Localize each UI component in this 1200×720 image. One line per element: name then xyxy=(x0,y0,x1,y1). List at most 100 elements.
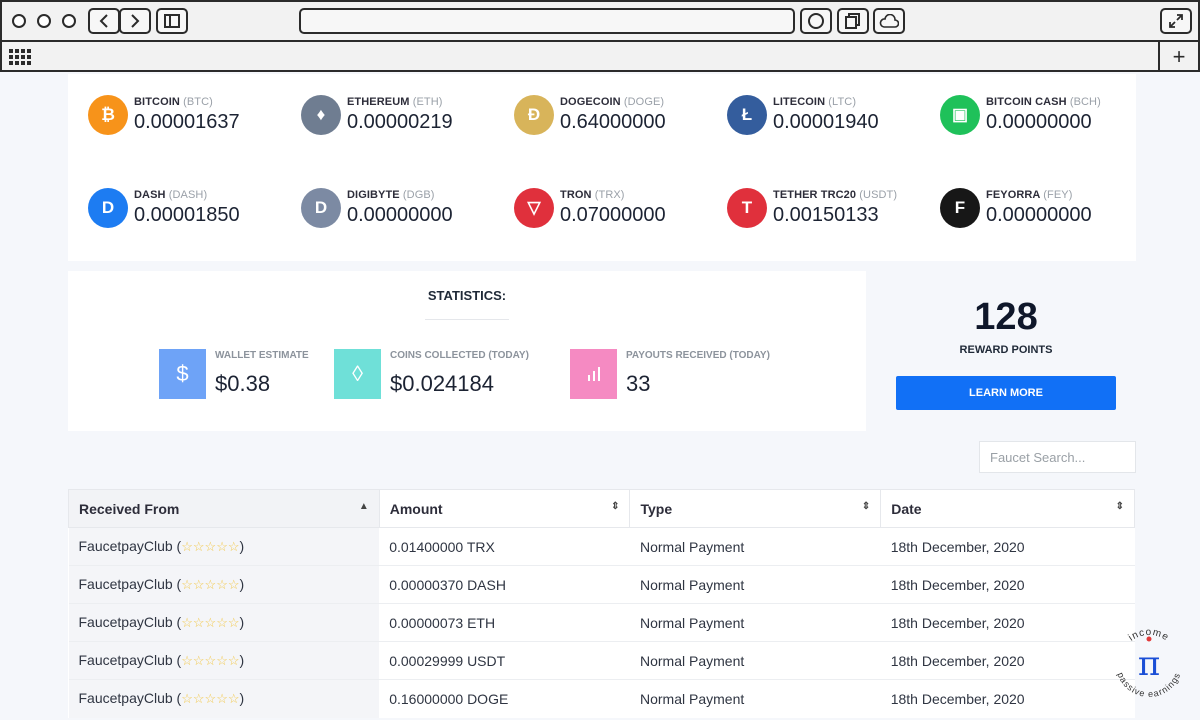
coin-name: LITECOIN xyxy=(773,96,826,108)
cloud-icon xyxy=(879,14,899,28)
tether-icon: T xyxy=(727,188,767,228)
rating-stars-icon: ☆☆☆☆☆ xyxy=(181,577,240,592)
sidebar-toggle-button[interactable] xyxy=(156,8,188,34)
sort-icon: ⇕ xyxy=(1115,501,1124,512)
cloud-button[interactable] xyxy=(873,8,905,34)
forward-button[interactable] xyxy=(119,8,151,34)
coin-symbol: (DGB) xyxy=(402,189,435,201)
coin-item[interactable]: F FEYORRA (FEY) 0.00000000 xyxy=(940,188,1150,232)
amount-cell: 0.01400000 TRX xyxy=(379,527,630,566)
window-maximize-button[interactable] xyxy=(62,14,76,28)
divider xyxy=(425,319,509,320)
coin-symbol: (DOGE) xyxy=(623,96,665,108)
type-cell: Normal Payment xyxy=(629,641,881,680)
stat-label: WALLET ESTIMATE xyxy=(215,350,309,361)
coin-balance: 0.00000000 xyxy=(347,204,453,226)
coin-balance: 0.00001850 xyxy=(134,204,240,226)
type-cell: Normal Payment xyxy=(629,679,881,718)
new-tab-button[interactable]: + xyxy=(1158,42,1198,72)
coin-balance: 0.00000219 xyxy=(347,111,453,133)
coin-balance: 0.00001940 xyxy=(773,111,879,133)
reward-points-label: REWARD POINTS xyxy=(959,344,1053,356)
coin-name: DASH xyxy=(134,189,166,201)
learn-more-button[interactable]: LEARN MORE xyxy=(896,376,1116,410)
date-cell: 18th December, 2020 xyxy=(880,641,1135,680)
tab-bar: + xyxy=(2,42,1198,72)
table-row: FaucetpayClub (☆☆☆☆☆) 0.01400000 TRX Nor… xyxy=(68,527,1135,566)
coin-item[interactable]: T TETHER TRC20 (USDT) 0.00150133 xyxy=(727,188,937,232)
stat-wallet-estimate: $ WALLET ESTIMATE $0.38 xyxy=(159,349,339,401)
column-header-date[interactable]: Date ⇕ xyxy=(880,489,1135,528)
coin-balance: 0.00000000 xyxy=(986,204,1092,226)
stat-payouts-received: PAYOUTS RECEIVED (TODAY) 33 xyxy=(570,349,790,401)
coin-name: BITCOIN xyxy=(134,96,180,108)
coin-balance: 0.64000000 xyxy=(560,111,666,133)
chevron-left-icon xyxy=(99,14,108,28)
coin-name: FEYORRA xyxy=(986,189,1041,201)
coin-item[interactable]: ▣ BITCOIN CASH (BCH) 0.00000000 xyxy=(940,95,1150,139)
stat-label: PAYOUTS RECEIVED (TODAY) xyxy=(626,350,770,361)
reward-points-value: 128 xyxy=(974,296,1038,338)
coin-item[interactable]: D DASH (DASH) 0.00001850 xyxy=(88,188,298,232)
litecoin-icon: Ł xyxy=(727,95,767,135)
back-button[interactable] xyxy=(88,8,120,34)
coin-balance: 0.00150133 xyxy=(773,204,879,226)
sort-icon: ⇕ xyxy=(861,501,871,512)
sort-icon: ⇕ xyxy=(611,501,620,512)
bitcoin-icon: ₿ xyxy=(88,95,128,135)
coin-item[interactable]: Ð DOGECOIN (DOGE) 0.64000000 xyxy=(514,95,724,139)
date-cell: 18th December, 2020 xyxy=(880,603,1135,642)
payments-table: Received From ▲ Amount ⇕ Type ⇕ Date ⇕ Fauce… xyxy=(68,489,1135,718)
coin-item[interactable]: ♦ ETHEREUM (ETH) 0.00000219 xyxy=(301,95,511,139)
fullscreen-button[interactable] xyxy=(1160,8,1192,34)
stat-coins-collected: ◊ COINS COLLECTED (TODAY) $0.024184 xyxy=(334,349,554,401)
ethereum-icon: ♦ xyxy=(301,95,341,135)
browser-toolbar xyxy=(2,2,1198,42)
passive-income-logo: income passive earnings π xyxy=(1116,627,1182,699)
coin-item[interactable]: ▽ TRON (TRX) 0.07000000 xyxy=(514,188,724,232)
sidebar-icon xyxy=(164,14,180,28)
type-cell: Normal Payment xyxy=(629,603,881,642)
expand-icon xyxy=(1169,14,1183,28)
rating-stars-icon: ☆☆☆☆☆ xyxy=(181,691,240,707)
coin-balances-card: ₿ BITCOIN (BTC) 0.00001637 ♦ ETHEREUM (E… xyxy=(68,74,1136,261)
statistics-card: STATISTICS: $ WALLET ESTIMATE $0.38 ◊ CO… xyxy=(68,271,866,431)
reload-button[interactable] xyxy=(800,8,832,34)
coin-symbol: (TRX) xyxy=(594,189,625,201)
coin-symbol: (LTC) xyxy=(828,96,857,108)
rating-stars-icon: ☆☆☆☆☆ xyxy=(181,539,240,554)
column-header-received-from[interactable]: Received From ▲ xyxy=(68,489,380,528)
address-bar[interactable] xyxy=(299,8,795,34)
window-close-button[interactable] xyxy=(12,14,26,28)
apps-grid-icon[interactable] xyxy=(9,49,31,65)
table-row: FaucetpayClub (☆☆☆☆☆) 0.00000073 ETH Nor… xyxy=(68,603,1135,642)
coin-item[interactable]: Ł LITECOIN (LTC) 0.00001940 xyxy=(727,95,937,139)
table-header-row: Received From ▲ Amount ⇕ Type ⇕ Date ⇕ xyxy=(68,489,1135,528)
coin-item[interactable]: D DIGIBYTE (DGB) 0.00000000 xyxy=(301,188,511,232)
amount-cell: 0.00000073 ETH xyxy=(379,603,630,642)
amount-cell: 0.00000370 DASH xyxy=(379,565,630,604)
coin-name: BITCOIN CASH xyxy=(986,96,1067,108)
table-row: FaucetpayClub (☆☆☆☆☆) 0.00000370 DASH No… xyxy=(68,565,1135,604)
window-minimize-button[interactable] xyxy=(37,14,51,28)
column-header-type[interactable]: Type ⇕ xyxy=(629,489,882,528)
stat-label: COINS COLLECTED (TODAY) xyxy=(390,350,529,361)
coin-balance: 0.00001637 xyxy=(134,111,240,133)
coin-name: DIGIBYTE xyxy=(347,189,400,201)
rating-stars-icon: ☆☆☆☆☆ xyxy=(181,653,240,668)
faucet-search-input[interactable] xyxy=(979,441,1136,473)
feyorra-icon: F xyxy=(940,188,980,228)
tron-icon: ▽ xyxy=(514,188,554,228)
column-header-amount[interactable]: Amount ⇕ xyxy=(378,489,631,528)
tabs-button[interactable] xyxy=(837,8,869,34)
circle-icon xyxy=(808,13,824,29)
date-cell: 18th December, 2020 xyxy=(880,527,1135,566)
dash-icon: D xyxy=(88,188,128,228)
coin-item[interactable]: ₿ BITCOIN (BTC) 0.00001637 xyxy=(88,95,298,139)
coin-name: DOGECOIN xyxy=(560,96,621,108)
coin-balance: 0.00000000 xyxy=(986,111,1092,133)
coin-symbol: (FEY) xyxy=(1043,189,1073,201)
type-cell: Normal Payment xyxy=(629,527,881,566)
stat-value: $0.024184 xyxy=(390,371,494,396)
date-cell: 18th December, 2020 xyxy=(880,565,1135,604)
